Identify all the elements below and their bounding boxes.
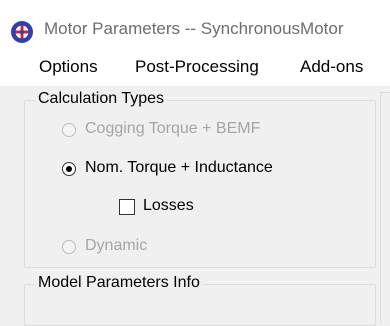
nominal-torque-radio[interactable] [62,162,76,176]
losses-label[interactable]: Losses [143,197,194,215]
dynamic-label: Dynamic [85,237,148,254]
cogging-torque-label: Cogging Torque + BEMF [85,120,261,137]
losses-checkbox[interactable] [119,199,135,215]
model-parameters-info-group: Model Parameters Info [24,274,376,326]
calculation-types-label: Calculation Types [35,90,167,108]
menu-options[interactable]: Options [39,57,98,77]
menu-add-ons[interactable]: Add-ons [300,57,363,77]
dynamic-radio [62,240,76,254]
nominal-torque-label[interactable]: Nom. Torque + Inductance [85,159,273,177]
calculation-types-group: Calculation Types Cogging Torque + BEMF … [24,90,376,268]
app-logo-icon [11,21,33,43]
menu-post-processing[interactable]: Post-Processing [135,57,259,77]
right-panel-edge [380,92,390,323]
title-bar[interactable]: Motor Parameters -- SynchronousMotor [0,0,390,46]
menu-bar: Options Post-Processing Add-ons [0,46,390,86]
model-parameters-info-label: Model Parameters Info [35,274,203,292]
client-area: Calculation Types Cogging Torque + BEMF … [0,86,390,326]
window-title: Motor Parameters -- SynchronousMotor [44,19,344,38]
cogging-torque-radio [62,123,76,137]
